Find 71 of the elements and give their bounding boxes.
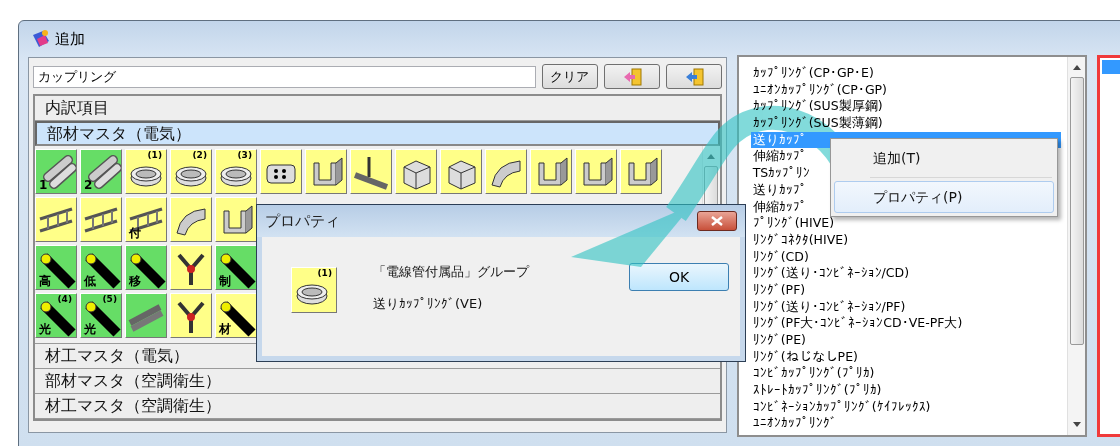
scroll-up-icon	[1070, 63, 1083, 71]
scrollbar[interactable]	[1067, 57, 1086, 435]
close-button[interactable]	[697, 211, 737, 231]
part-tile: (1)	[291, 267, 337, 313]
part-tile[interactable]	[305, 149, 347, 194]
part-tile[interactable]	[530, 149, 572, 194]
scroll-up-icon	[705, 152, 718, 160]
part-tile[interactable]: 低	[80, 245, 122, 290]
part-tile[interactable]	[170, 197, 212, 242]
import-button[interactable]	[603, 64, 660, 89]
list-item[interactable]: ﾕﾆｵﾝｶｯﾌﾟﾘﾝｸﾞ	[750, 415, 1068, 433]
part-tile[interactable]: (2)	[170, 149, 212, 194]
part-tile[interactable]: 1	[35, 149, 77, 194]
row-highlight	[1102, 60, 1120, 74]
part-tile[interactable]	[575, 149, 617, 194]
clear-button[interactable]: クリア	[541, 64, 598, 89]
part-tile[interactable]	[485, 149, 527, 194]
section-header[interactable]: 内訳項目	[35, 96, 720, 121]
group-label: 「電線管付属品」グループ	[373, 263, 531, 281]
part-tile[interactable]: 高	[35, 245, 77, 290]
section-header[interactable]: 材工マスタ（空調衛生）	[35, 394, 720, 419]
list-item[interactable]: ﾕﾆｵﾝｶｯﾌﾟﾘﾝｸﾞ(CP･GP)	[750, 81, 1068, 99]
list-item[interactable]: ﾘﾝｸﾞ(送り･ｺﾝﾋﾞﾈｰｼｮﾝ/PF)	[750, 298, 1068, 316]
part-tile[interactable]	[260, 149, 302, 194]
list-item[interactable]: ｺﾝﾋﾞｶｯﾌﾟﾘﾝｸﾞ(ﾌﾟﾘｶ)	[750, 365, 1068, 383]
list-item[interactable]: ｽﾄﾚｰﾄｶｯﾌﾟﾘﾝｸﾞ(ﾌﾟﾘｶ)	[750, 382, 1068, 399]
part-tile[interactable]	[350, 149, 392, 194]
list-item[interactable]: ﾌﾟﾘﾝｸﾞ(HIVE)	[750, 215, 1068, 232]
part-tile[interactable]	[440, 149, 482, 194]
part-tile[interactable]	[170, 245, 212, 290]
window-title: 追加	[55, 29, 85, 49]
list-item[interactable]: ｺﾝﾋﾞﾈｰｼｮﾝｶｯﾌﾟﾘﾝｸﾞ(ｹｲﾌﾚｯｸｽ)	[750, 398, 1068, 416]
list-item[interactable]: ｶｯﾌﾟﾘﾝｸﾞ(SUS製薄鋼)	[750, 115, 1068, 132]
part-tile[interactable]: 制	[215, 245, 257, 290]
list-item[interactable]: ﾘﾝｸﾞ(送り･ｺﾝﾋﾞﾈｰｼｮﾝ/CD)	[750, 265, 1068, 282]
part-tile[interactable]	[215, 197, 257, 242]
part-tile[interactable]	[620, 149, 662, 194]
scroll-thumb[interactable]	[704, 166, 719, 206]
part-tile[interactable]	[125, 293, 167, 338]
scroll-thumb[interactable]	[1069, 77, 1084, 345]
app-icon	[31, 29, 51, 49]
scroll-down-icon	[1070, 421, 1083, 429]
part-tile[interactable]: 材	[215, 293, 257, 338]
part-tile[interactable]: (5) 光	[80, 293, 122, 338]
part-tile[interactable]	[35, 197, 77, 242]
part-tile[interactable]: (3)	[215, 149, 257, 194]
part-tile[interactable]: 2	[80, 149, 122, 194]
part-tile[interactable]	[170, 293, 212, 338]
menu-item[interactable]: プロパティ(P)	[834, 181, 1054, 213]
list-item[interactable]: ﾘﾝｸﾞ(PE)	[750, 332, 1068, 349]
ok-button[interactable]: OK	[629, 263, 729, 291]
list-item[interactable]: ﾘﾝｸﾞｺﾈｸﾀ(HIVE)	[750, 231, 1068, 249]
list-item[interactable]: ﾘﾝｸﾞ(PF)	[750, 281, 1068, 299]
part-tile[interactable]: (4) 光	[35, 293, 77, 338]
export-button[interactable]	[665, 64, 722, 89]
part-tile[interactable]: (1)	[125, 149, 167, 194]
item-name: 送りｶｯﾌﾟﾘﾝｸﾞ(VE)	[373, 295, 484, 313]
search-field[interactable]: カップリング	[33, 65, 536, 88]
close-icon	[711, 216, 723, 226]
list-item[interactable]: ﾘﾝｸﾞ(ねじなしPE)	[750, 348, 1068, 366]
section-header[interactable]: 部材マスタ（空調衛生）	[35, 369, 720, 394]
part-tile[interactable]: 付	[125, 197, 167, 242]
part-tile[interactable]	[80, 197, 122, 242]
list-item[interactable]: ｶｯﾌﾟﾘﾝｸﾞ(CP･GP･E)	[750, 65, 1068, 82]
menu-item[interactable]: 追加(T)	[834, 142, 1054, 174]
dialog-title: プロパティ	[265, 211, 340, 231]
part-tile[interactable]: 移	[125, 245, 167, 290]
part-tile[interactable]	[395, 149, 437, 194]
list-item[interactable]: ﾘﾝｸﾞ(CD)	[750, 248, 1068, 266]
list-item[interactable]: ﾘﾝｸﾞ(PF大･ｺﾝﾋﾞﾈｰｼｮﾝCD･VE-PF大)	[750, 315, 1068, 332]
section-header[interactable]: 部材マスタ（電気）	[35, 121, 720, 146]
